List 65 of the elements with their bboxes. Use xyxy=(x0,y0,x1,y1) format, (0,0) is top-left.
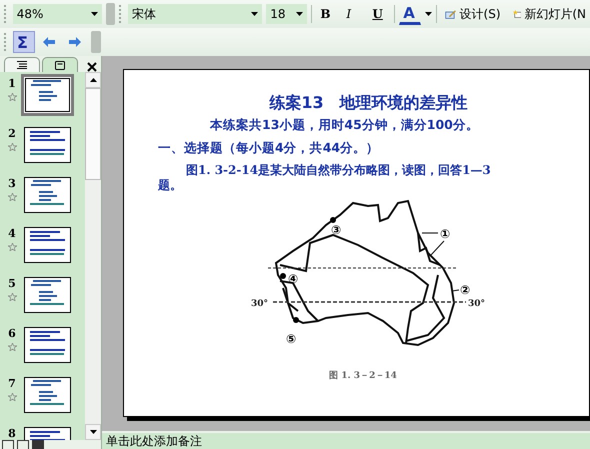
normal-view-icon[interactable] xyxy=(2,440,14,449)
lines-icon xyxy=(17,61,27,69)
new-slide-icon xyxy=(512,7,522,21)
font-size-dropdown[interactable]: 18 xyxy=(266,4,308,24)
bold-button[interactable]: B xyxy=(316,3,338,25)
slide-number: 6 xyxy=(8,327,16,340)
slide-icon xyxy=(55,60,65,70)
slide-thumbnail[interactable] xyxy=(21,374,74,416)
slide-thumbnail[interactable] xyxy=(21,174,74,216)
slide-thumbnail[interactable] xyxy=(21,74,74,116)
design-button[interactable]: 设计(S) xyxy=(441,3,505,25)
slide-number: 5 xyxy=(8,277,16,290)
slide-thumbnail[interactable] xyxy=(21,324,74,366)
map-label: ⑤ xyxy=(286,332,296,346)
latitude-label: 30° xyxy=(250,299,268,309)
caret-icon xyxy=(296,12,304,16)
font-color-button[interactable]: A xyxy=(399,3,422,25)
star-icon xyxy=(8,243,16,251)
map-label: ③ xyxy=(331,223,342,237)
zoom-dropdown[interactable]: 48% xyxy=(12,4,102,24)
slide-number: 1 xyxy=(8,77,16,90)
map-label: ④ xyxy=(288,272,298,286)
star-icon xyxy=(8,393,16,401)
star-icon xyxy=(8,143,16,151)
slide-number: 4 xyxy=(8,227,16,240)
italic-button[interactable]: I xyxy=(342,3,364,25)
slide-number: 8 xyxy=(8,427,16,440)
figure-caption: 图 1. 3－2－14 xyxy=(329,371,397,381)
slides-tab[interactable] xyxy=(42,57,78,72)
slide-thumbnail[interactable] xyxy=(21,274,74,316)
new-slide-button[interactable]: 新幻灯片(N xyxy=(508,3,590,25)
underline-button[interactable]: U xyxy=(368,3,390,25)
star-icon xyxy=(8,93,16,101)
notes-field[interactable]: 单击此处添加备注 xyxy=(102,431,590,449)
section-heading: 一、选择题（每小题4分，共44分。） xyxy=(158,140,380,157)
scrollbar-thumb[interactable] xyxy=(85,88,101,180)
slide-title: 练案13 地理环境的差异性 xyxy=(269,93,468,114)
map-label: ① xyxy=(440,227,450,241)
question-text: 图1. 3-2-14是某大陆自然带分布略图，读图，回答1—3题。 xyxy=(158,163,492,193)
slide-subtitle: 本练案共13小题，用时45分钟，满分100分。 xyxy=(210,117,479,134)
font-dropdown[interactable]: 宋体 xyxy=(128,4,262,24)
slide-thumbnail[interactable] xyxy=(21,124,74,166)
latitude-label: 30° xyxy=(468,299,486,309)
outline-tab[interactable] xyxy=(4,57,40,72)
caret-icon xyxy=(90,12,98,16)
forward-arrow-icon xyxy=(69,37,81,47)
slide-thumbnail[interactable] xyxy=(21,224,74,266)
caret-icon xyxy=(251,12,258,16)
up-caret-icon xyxy=(90,78,96,82)
sorter-view-icon[interactable] xyxy=(17,440,29,449)
pencil-icon xyxy=(445,8,457,20)
caret-icon xyxy=(425,12,432,16)
scroll-up-button[interactable] xyxy=(85,72,101,88)
map-label: ② xyxy=(460,283,470,297)
close-button[interactable] xyxy=(87,60,97,70)
slide-number: 2 xyxy=(8,127,16,140)
sum-button[interactable]: Σ xyxy=(13,31,35,53)
slide-number: 3 xyxy=(8,177,16,190)
star-icon xyxy=(8,343,16,351)
down-caret-icon xyxy=(90,430,96,434)
back-arrow-icon xyxy=(43,37,55,47)
slide-number: 7 xyxy=(8,377,16,390)
scroll-down-button[interactable] xyxy=(85,424,101,440)
star-icon xyxy=(8,293,16,301)
star-icon xyxy=(8,193,16,201)
